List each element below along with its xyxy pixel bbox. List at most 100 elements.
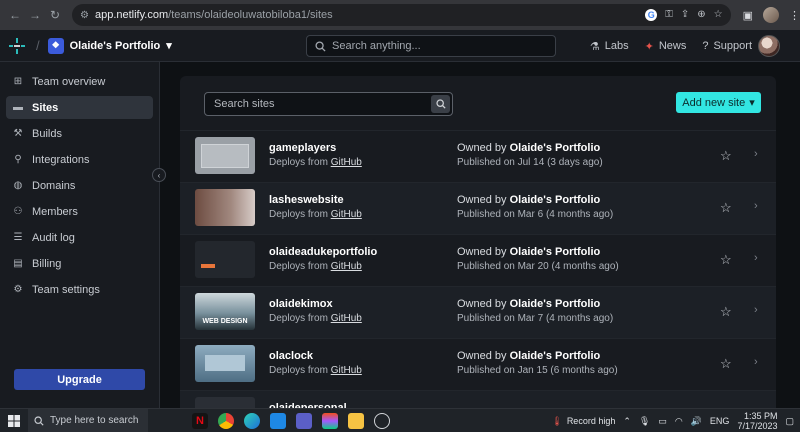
microphone-icon[interactable]: 🎙: [639, 416, 650, 427]
site-published: Published on Jul 14 (3 days ago): [457, 157, 603, 168]
site-published: Published on Mar 6 (4 months ago): [457, 209, 614, 220]
battery-icon[interactable]: ▭: [658, 416, 667, 427]
netflix-app-icon[interactable]: N: [192, 412, 208, 429]
source-link[interactable]: GitHub: [331, 209, 362, 220]
sidebar-item-team-settings[interactable]: ⚙ Team settings: [6, 278, 153, 301]
back-icon[interactable]: ←: [8, 8, 22, 22]
owner-name: Olaide's Portfolio: [509, 142, 601, 154]
site-row[interactable]: lasheswebsite Deploys from GitHub Owned …: [180, 182, 776, 234]
site-deploy-source: Deploys from GitHub: [269, 365, 362, 376]
site-row[interactable]: gameplayers Deploys from GitHub Owned by…: [180, 130, 776, 182]
thumbnail-accent: [201, 264, 215, 268]
favorite-star-icon[interactable]: ☆: [720, 252, 732, 268]
edge-app-icon[interactable]: [244, 412, 260, 429]
chevron-right-icon[interactable]: ›: [754, 200, 758, 212]
search-icon: [315, 40, 326, 52]
language-indicator[interactable]: ENG: [710, 416, 730, 426]
chevron-right-icon[interactable]: ›: [754, 252, 758, 264]
thermometer-icon: 🌡: [551, 415, 563, 426]
chevron-down-icon: ▾: [749, 97, 755, 109]
windows-start-button[interactable]: [0, 414, 28, 427]
collapse-sidebar-button[interactable]: ‹: [152, 168, 166, 182]
notifications-icon[interactable]: ▢: [785, 416, 794, 427]
wifi-icon[interactable]: ◠: [675, 416, 683, 427]
owner-name: Olaide's Portfolio: [509, 246, 601, 258]
source-link[interactable]: GitHub: [331, 261, 362, 272]
sidebar: ⊞ Team overview ▬ Sites ⚒ Builds ⚲ Integrati…: [0, 62, 160, 408]
share-icon[interactable]: ⇪: [681, 9, 689, 21]
figma-app-icon[interactable]: [322, 412, 338, 429]
chevron-right-icon[interactable]: ›: [754, 356, 758, 368]
volume-icon[interactable]: 🔊: [691, 416, 702, 427]
chatgpt-app-icon[interactable]: [374, 412, 390, 429]
sidebar-item-audit-log[interactable]: ☰ Audit log: [6, 226, 153, 249]
reload-icon[interactable]: ↻: [48, 8, 62, 22]
sidebar-item-sites[interactable]: ▬ Sites: [6, 96, 153, 119]
address-bar[interactable]: ⚙ app.netlify.com/teams/olaideoluwatobil…: [72, 4, 731, 26]
bookmark-star-icon[interactable]: ☆: [714, 9, 723, 21]
teams-app-icon[interactable]: [296, 412, 312, 429]
key-icon[interactable]: ⚿: [665, 9, 673, 21]
sidebar-item-team-overview[interactable]: ⊞ Team overview: [6, 70, 153, 93]
sidebar-item-members[interactable]: ⚇ Members: [6, 200, 153, 223]
browser-menu-icon[interactable]: ⋮: [789, 9, 800, 22]
forward-icon[interactable]: →: [28, 8, 42, 22]
favorite-star-icon[interactable]: ☆: [720, 200, 732, 216]
breadcrumb-separator: /: [36, 38, 40, 53]
team-switcher[interactable]: ❖ Olaide's Portfolio ▾: [47, 37, 172, 54]
tray-chevron-up-icon[interactable]: ⌃: [623, 416, 631, 427]
site-name[interactable]: olaclock: [269, 350, 313, 362]
nav-news-label: News: [658, 40, 687, 52]
sidebar-item-label: Audit log: [32, 231, 75, 244]
weather-widget[interactable]: 🌡 Record high: [551, 416, 615, 427]
clock-date: 7/17/2023: [737, 421, 778, 431]
browser-toolbar: ← → ↻ ⚙ app.netlify.com/teams/olaideoluw…: [0, 0, 800, 30]
site-name[interactable]: lasheswebsite: [269, 194, 344, 206]
sidebar-item-billing[interactable]: ▤ Billing: [6, 252, 153, 275]
source-link[interactable]: GitHub: [331, 313, 362, 324]
thumbnail-text: WEB DESIGN: [202, 318, 248, 325]
favorite-star-icon[interactable]: ☆: [720, 304, 732, 320]
site-name[interactable]: olaidekimox: [269, 298, 333, 310]
sites-search-button[interactable]: [431, 95, 450, 113]
sidebar-item-builds[interactable]: ⚒ Builds: [6, 122, 153, 145]
explorer-app-icon[interactable]: [348, 412, 364, 429]
url-text[interactable]: app.netlify.com/teams/olaideoluwatobilob…: [95, 9, 639, 21]
chrome-app-icon[interactable]: [218, 412, 234, 429]
favorite-star-icon[interactable]: ☆: [720, 148, 732, 164]
windows-logo-icon: [8, 414, 20, 427]
vscode-app-icon[interactable]: [270, 412, 286, 429]
source-link[interactable]: GitHub: [331, 157, 362, 168]
taskbar-search-input[interactable]: Type here to search: [28, 408, 148, 432]
chevron-right-icon[interactable]: ›: [754, 148, 758, 160]
site-row[interactable]: WEB DESIGN olaidekimox Deploys from GitH…: [180, 286, 776, 338]
thumbnail-preview: [205, 355, 245, 371]
site-info-icon[interactable]: ⚙: [80, 10, 89, 21]
site-thumbnail: WEB DESIGN: [195, 293, 255, 330]
user-avatar[interactable]: [758, 35, 780, 57]
favorite-star-icon[interactable]: ☆: [720, 356, 732, 372]
sites-search-input[interactable]: Search sites: [204, 92, 453, 116]
nav-news[interactable]: ✦ News: [645, 40, 687, 53]
side-panel-icon[interactable]: ▣: [743, 9, 753, 22]
site-thumbnail: [195, 241, 255, 278]
browser-profile-avatar[interactable]: [763, 7, 779, 23]
nav-labs[interactable]: ⚗ Labs: [590, 40, 629, 53]
site-row[interactable]: olaideadukeportfolio Deploys from GitHub…: [180, 234, 776, 286]
zoom-icon[interactable]: ⊕: [697, 9, 705, 21]
netlify-logo-icon[interactable]: [8, 37, 26, 55]
nav-support[interactable]: ? Support: [702, 40, 752, 52]
site-name[interactable]: gameplayers: [269, 142, 336, 154]
site-row[interactable]: olaclock Deploys from GitHub Owned by Ol…: [180, 338, 776, 390]
site-name[interactable]: olaideadukeportfolio: [269, 246, 377, 258]
global-search-input[interactable]: Search anything...: [306, 35, 556, 57]
upgrade-button[interactable]: Upgrade: [14, 369, 145, 390]
sidebar-item-domains[interactable]: ◍ Domains: [6, 174, 153, 197]
taskbar-clock[interactable]: 1:35 PM 7/17/2023: [737, 411, 777, 431]
google-icon[interactable]: G: [645, 9, 658, 21]
sidebar-item-integrations[interactable]: ⚲ Integrations: [6, 148, 153, 171]
chevron-right-icon[interactable]: ›: [754, 304, 758, 316]
globe-icon: ◍: [13, 180, 23, 191]
source-link[interactable]: GitHub: [331, 365, 362, 376]
add-new-site-button[interactable]: Add new site ▾: [676, 92, 761, 113]
